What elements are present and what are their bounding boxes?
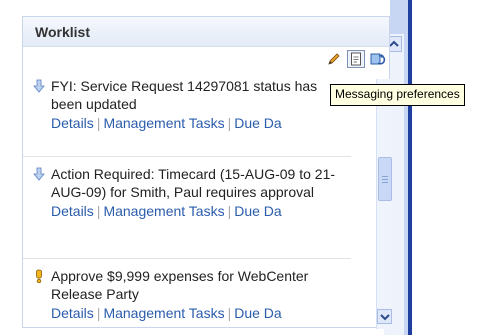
info-arrow-icon bbox=[33, 167, 45, 181]
panel-title: Worklist bbox=[35, 24, 90, 40]
refresh-button[interactable] bbox=[369, 50, 387, 68]
info-arrow-icon bbox=[33, 79, 45, 93]
right-frame-border bbox=[408, 0, 412, 335]
scrollbar-thumb[interactable] bbox=[378, 157, 392, 201]
management-tasks-link[interactable]: Management Tasks bbox=[103, 115, 224, 131]
chevron-up-icon bbox=[389, 40, 399, 47]
tooltip: Messaging preferences bbox=[330, 84, 465, 106]
due-date-link[interactable]: Due Da bbox=[234, 115, 281, 131]
chevron-down-icon bbox=[379, 313, 390, 320]
due-date-link[interactable]: Due Da bbox=[234, 305, 281, 321]
details-link[interactable]: Details bbox=[51, 305, 94, 321]
item-title[interactable]: Action Required: Timecard (15-AUG-09 to … bbox=[51, 165, 351, 201]
refresh-icon bbox=[370, 53, 386, 65]
management-tasks-link[interactable]: Management Tasks bbox=[103, 203, 224, 219]
item-title[interactable]: FYI: Service Request 14297081 status has… bbox=[51, 77, 351, 113]
worklist-panel: Worklist FYI: Service Request 14297081 s… bbox=[22, 16, 392, 329]
grip-line bbox=[382, 182, 388, 183]
item-title[interactable]: Approve $9,999 expenses for WebCenter Re… bbox=[51, 267, 351, 303]
list-scrollbar[interactable] bbox=[376, 79, 392, 329]
document-icon bbox=[351, 52, 361, 66]
list-item[interactable]: Approve $9,999 expenses for WebCenter Re… bbox=[23, 265, 351, 321]
item-links: Details | Management Tasks | Due Da bbox=[51, 203, 282, 219]
details-link[interactable]: Details bbox=[51, 115, 94, 131]
grip-line bbox=[382, 179, 388, 180]
scroll-down-button[interactable] bbox=[377, 309, 392, 324]
list-item[interactable]: Action Required: Timecard (15-AUG-09 to … bbox=[23, 163, 351, 259]
management-tasks-link[interactable]: Management Tasks bbox=[103, 305, 224, 321]
due-date-link[interactable]: Due Da bbox=[234, 203, 281, 219]
details-link[interactable]: Details bbox=[51, 203, 94, 219]
messaging-preferences-button[interactable] bbox=[347, 50, 365, 68]
item-links: Details | Management Tasks | Due Da bbox=[51, 305, 282, 321]
grip-line bbox=[382, 176, 388, 177]
worklist-list: FYI: Service Request 14297081 status has… bbox=[23, 75, 351, 321]
priority-exclamation-icon bbox=[36, 269, 42, 283]
list-item[interactable]: FYI: Service Request 14297081 status has… bbox=[23, 75, 351, 157]
edit-button[interactable] bbox=[325, 50, 343, 68]
panel-header: Worklist bbox=[23, 17, 389, 47]
item-links: Details | Management Tasks | Due Da bbox=[51, 115, 282, 131]
panel-toolbar bbox=[325, 49, 387, 69]
pencil-icon bbox=[328, 53, 340, 65]
